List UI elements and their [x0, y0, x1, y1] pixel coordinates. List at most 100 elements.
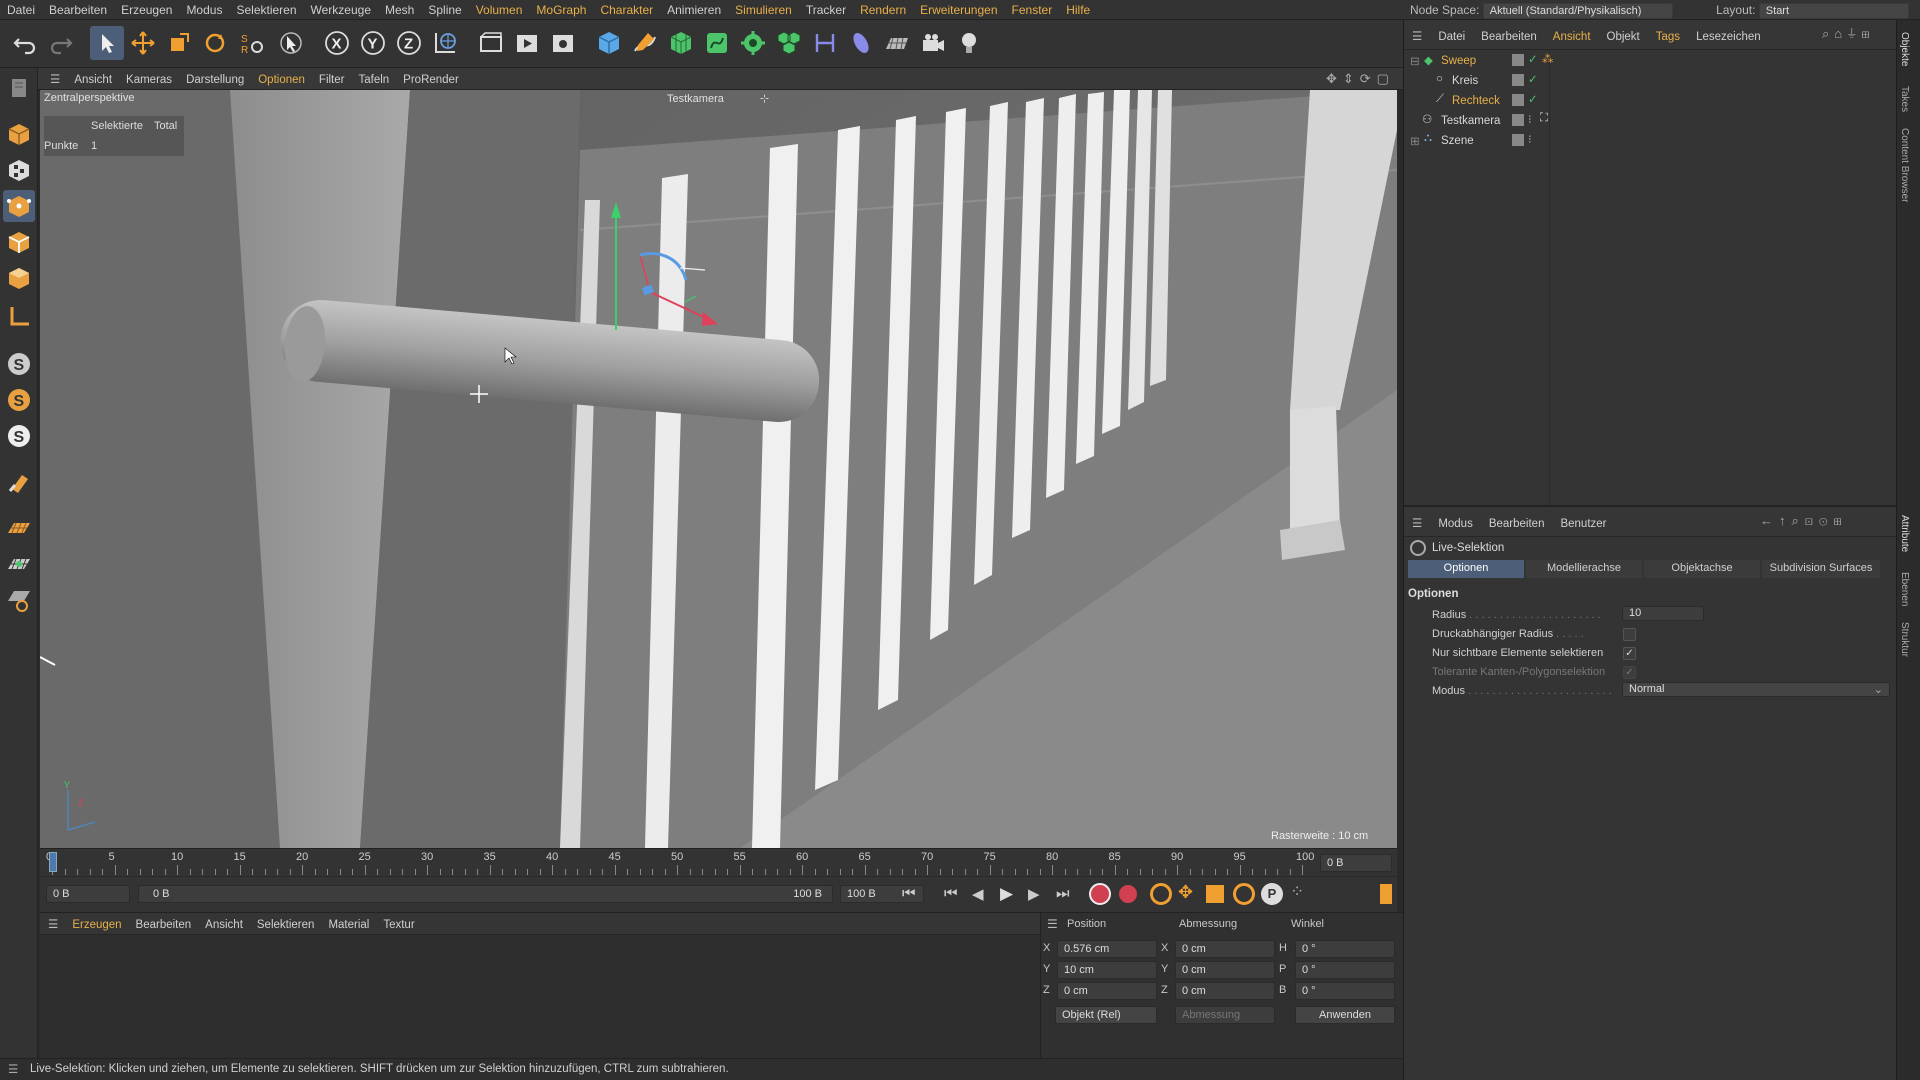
key-position-icon[interactable]: ✥: [1178, 882, 1193, 903]
collapse-icon[interactable]: ⊟: [1410, 54, 1420, 68]
tab-objektachse[interactable]: Objektachse: [1644, 560, 1760, 578]
play-icon[interactable]: ▶: [1000, 884, 1013, 904]
object-row-szene[interactable]: ⊞ ⛬ Szene ⁝: [1404, 132, 1884, 152]
tag-icon[interactable]: ⁂: [1542, 52, 1554, 66]
menu-modus[interactable]: Modus: [179, 0, 229, 20]
obj-menu-datei[interactable]: Datei: [1430, 22, 1473, 43]
layer-icon[interactable]: [1512, 74, 1524, 86]
snap-icon[interactable]: S: [3, 348, 35, 380]
radius-field[interactable]: 10: [1622, 606, 1704, 621]
workplane-snap-icon[interactable]: S: [3, 420, 35, 452]
enabled-check-icon[interactable]: ✓: [1528, 52, 1538, 66]
tab-optionen[interactable]: Optionen: [1408, 560, 1524, 578]
object-row-sweep[interactable]: ⊟ ◆ Sweep ✓ ⁂: [1404, 52, 1884, 72]
tab-subdivision-surfaces[interactable]: Subdivision Surfaces: [1762, 560, 1880, 578]
coord-hamburger-icon[interactable]: ☰: [1047, 917, 1058, 931]
menu-tracker[interactable]: Tracker: [799, 0, 853, 20]
material-hamburger-icon[interactable]: ☰: [40, 913, 65, 931]
obj-menu-bearbeiten[interactable]: Bearbeiten: [1473, 22, 1545, 43]
pressure-radius-checkbox[interactable]: [1623, 628, 1636, 641]
side-tab-objekte[interactable]: Objekte: [1899, 32, 1910, 66]
attr-menu-bearbeiten[interactable]: Bearbeiten: [1481, 509, 1553, 530]
edges-mode-icon[interactable]: [3, 226, 35, 258]
expand-icon[interactable]: ⊞: [1410, 134, 1420, 148]
pen-icon[interactable]: [628, 26, 662, 60]
camera-target-icon[interactable]: ⊹: [760, 93, 769, 105]
visibility-dots-icon[interactable]: ⁝: [1528, 112, 1532, 126]
tolerant-selection-checkbox[interactable]: ✓: [1623, 666, 1636, 679]
undo-icon[interactable]: [8, 26, 42, 60]
last-frame-icon[interactable]: ⏭: [1056, 885, 1070, 902]
next-frame-icon[interactable]: ▶: [1028, 885, 1040, 903]
mat-menu-textur[interactable]: Textur: [376, 915, 421, 931]
mode-dropdown[interactable]: Normal ⌄: [1622, 682, 1890, 697]
mat-menu-ansicht[interactable]: Ansicht: [198, 915, 250, 931]
first-frame-icon[interactable]: ⏮: [944, 885, 958, 902]
size-y-field[interactable]: 0 cm: [1175, 961, 1275, 979]
move-icon[interactable]: [126, 26, 160, 60]
render-view-icon[interactable]: [510, 26, 544, 60]
object-hamburger-icon[interactable]: ☰: [1404, 20, 1430, 43]
menu-bearbeiten[interactable]: Bearbeiten: [42, 0, 114, 20]
rotation-b-field[interactable]: 0 °: [1295, 982, 1395, 1000]
attr-menu-benutzer[interactable]: Benutzer: [1552, 509, 1614, 530]
vp-menu-optionen[interactable]: Optionen: [251, 70, 312, 86]
menu-spline[interactable]: Spline: [421, 0, 468, 20]
subdivision-icon[interactable]: [664, 26, 698, 60]
size-z-field[interactable]: 0 cm: [1175, 982, 1275, 1000]
playback-controls[interactable]: ⏮: [902, 885, 928, 902]
snap-settings-icon[interactable]: S: [3, 384, 35, 416]
mat-menu-erzeugen[interactable]: Erzeugen: [65, 915, 128, 931]
menu-animieren[interactable]: Animieren: [660, 0, 728, 20]
menu-volumen[interactable]: Volumen: [469, 0, 530, 20]
attribute-hamburger-icon[interactable]: ☰: [1404, 507, 1430, 530]
autokey-icon[interactable]: [1117, 883, 1139, 905]
layout-dropdown[interactable]: Start: [1758, 3, 1909, 19]
floor-icon[interactable]: [880, 26, 914, 60]
camera-tag-icon[interactable]: ⛶: [1540, 112, 1548, 125]
record-icon[interactable]: [1089, 883, 1111, 905]
attr-menu-modus[interactable]: Modus: [1430, 509, 1481, 530]
menu-datei[interactable]: Datei: [0, 0, 42, 20]
playhead[interactable]: [49, 852, 57, 872]
rotation-p-field[interactable]: 0 °: [1295, 961, 1395, 979]
obj-menu-lesezeichen[interactable]: Lesezeichen: [1688, 22, 1769, 43]
side-tab-ebenen[interactable]: Ebenen: [1899, 572, 1910, 606]
obj-menu-ansicht[interactable]: Ansicht: [1545, 22, 1599, 43]
3d-viewport[interactable]: Y Z: [40, 90, 1397, 848]
visible-only-checkbox[interactable]: ✓: [1623, 647, 1636, 660]
viewport-nav-icons[interactable]: ✥⇕⟳▢: [1326, 71, 1395, 87]
vp-menu-filter[interactable]: Filter: [312, 70, 352, 86]
back-arrow-icon[interactable]: ←↑⌕⊡⊙⊞: [1760, 513, 1848, 529]
z-axis-icon[interactable]: Z: [392, 26, 426, 60]
menu-werkzeuge[interactable]: Werkzeuge: [304, 0, 378, 20]
active-camera-label[interactable]: Testkamera ⊹: [667, 92, 769, 105]
menu-rendern[interactable]: Rendern: [853, 0, 913, 20]
workplane-icon[interactable]: [3, 512, 35, 544]
magnet-icon[interactable]: [3, 466, 35, 498]
obj-menu-objekt[interactable]: Objekt: [1599, 22, 1648, 43]
key-scale-icon[interactable]: [1206, 885, 1224, 903]
points-mode-icon[interactable]: [3, 190, 35, 222]
vp-menu-ansicht[interactable]: Ansicht: [67, 70, 119, 86]
layer-icon[interactable]: [1512, 54, 1524, 66]
menu-simulieren[interactable]: Simulieren: [728, 0, 799, 20]
side-tab-takes[interactable]: Takes: [1899, 86, 1910, 112]
position-x-field[interactable]: 0.576 cm: [1057, 940, 1157, 958]
make-editable-icon[interactable]: [3, 72, 35, 104]
current-frame-field[interactable]: 0 B: [1320, 854, 1392, 872]
size-mode-dropdown[interactable]: Abmessung: [1175, 1006, 1275, 1024]
node-space-dropdown[interactable]: Aktuell (Standard/Physikalisch): [1482, 3, 1673, 19]
menu-fenster[interactable]: Fenster: [1005, 0, 1060, 20]
polygons-mode-icon[interactable]: [3, 262, 35, 294]
cube-icon[interactable]: [592, 26, 626, 60]
object-row-testkamera[interactable]: ⚇ Testkamera ⁝ ⛶: [1404, 112, 1884, 132]
vp-menu-kameras[interactable]: Kameras: [119, 70, 179, 86]
side-tab-attribute[interactable]: Attribute: [1899, 515, 1910, 552]
object-row-rechteck[interactable]: ⟋ Rechteck ✓: [1404, 92, 1884, 112]
layer-icon[interactable]: [1512, 134, 1524, 146]
locked-workplane-icon[interactable]: [3, 584, 35, 616]
key-pla-icon[interactable]: ⁘: [1290, 882, 1304, 902]
rotation-h-field[interactable]: 0 °: [1295, 940, 1395, 958]
camera-icon[interactable]: [916, 26, 950, 60]
